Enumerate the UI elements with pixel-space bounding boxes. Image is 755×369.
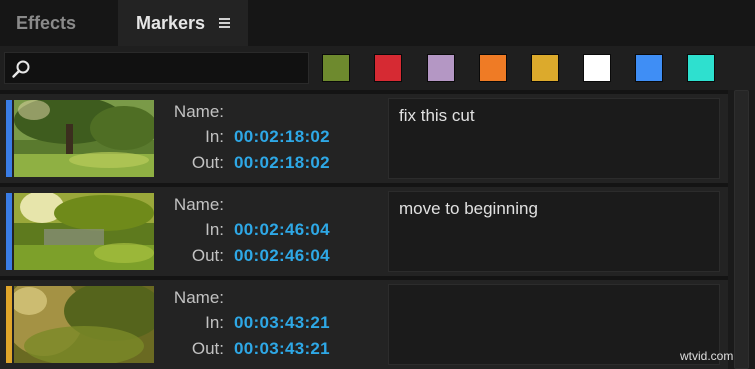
marker-color-bar — [6, 286, 12, 363]
in-timecode[interactable]: 00:02:18:02 — [234, 127, 330, 147]
marker-thumbnail[interactable] — [14, 193, 154, 270]
marker-comment-field[interactable] — [388, 284, 720, 365]
out-label: Out: — [191, 153, 224, 172]
marker-row[interactable]: Name: In: 00:02:18:02 Out: 00:02:18:02 f… — [0, 94, 728, 183]
marker-row[interactable]: Name: In: 00:03:43:21 Out: 00:03:43:21 — [0, 280, 728, 369]
scrollbar-thumb[interactable] — [734, 90, 749, 369]
color-filter-yellow[interactable] — [531, 54, 559, 82]
tab-effects[interactable]: Effects — [0, 0, 118, 46]
marker-fields: Name: In: 00:02:46:04 Out: 00:02:46:04 — [160, 193, 382, 270]
marker-row[interactable]: Name: In: 00:02:46:04 Out: 00:02:46:04 m… — [0, 187, 728, 276]
in-label: In: — [205, 313, 224, 332]
in-timecode[interactable]: 00:03:43:21 — [234, 313, 330, 333]
name-label: Name: — [173, 195, 224, 214]
color-filter-cyan[interactable] — [687, 54, 715, 82]
color-filter-blue[interactable] — [635, 54, 663, 82]
watermark-text: wtvid.com — [680, 349, 734, 363]
in-label: In: — [205, 220, 224, 239]
marker-color-bar — [6, 193, 12, 270]
markers-toolbar — [0, 46, 755, 90]
out-timecode[interactable]: 00:02:18:02 — [234, 153, 330, 173]
marker-thumbnail[interactable] — [14, 286, 154, 363]
tab-effects-label: Effects — [16, 12, 77, 33]
color-filter-green[interactable] — [322, 54, 350, 82]
color-filter-orange[interactable] — [479, 54, 507, 82]
out-label: Out: — [191, 339, 224, 358]
out-label: Out: — [191, 246, 224, 265]
panel-tab-bar: Effects Markers — [0, 0, 755, 46]
marker-list: Name: In: 00:02:18:02 Out: 00:02:18:02 f… — [0, 90, 728, 369]
out-timecode[interactable]: 00:03:43:21 — [234, 339, 330, 359]
color-filter-white[interactable] — [583, 54, 611, 82]
in-label: In: — [205, 127, 224, 146]
marker-comment-field[interactable]: move to beginning — [388, 191, 720, 272]
name-label: Name: — [173, 288, 224, 307]
search-input[interactable] — [4, 52, 309, 84]
color-filter-violet[interactable] — [427, 54, 455, 82]
marker-comment-field[interactable]: fix this cut — [388, 98, 720, 179]
in-timecode[interactable]: 00:02:46:04 — [234, 220, 330, 240]
marker-fields: Name: In: 00:03:43:21 Out: 00:03:43:21 — [160, 286, 382, 363]
marker-thumbnail[interactable] — [14, 100, 154, 177]
tab-markers[interactable]: Markers — [118, 0, 248, 46]
marker-fields: Name: In: 00:02:18:02 Out: 00:02:18:02 — [160, 100, 382, 177]
search-icon — [12, 60, 30, 78]
marker-color-bar — [6, 100, 12, 177]
name-label: Name: — [173, 102, 224, 121]
panel-menu-icon[interactable] — [219, 18, 231, 28]
list-scrollbar[interactable] — [728, 90, 755, 369]
out-timecode[interactable]: 00:02:46:04 — [234, 246, 330, 266]
color-filter-red[interactable] — [374, 54, 402, 82]
tab-markers-label: Markers — [135, 12, 206, 33]
